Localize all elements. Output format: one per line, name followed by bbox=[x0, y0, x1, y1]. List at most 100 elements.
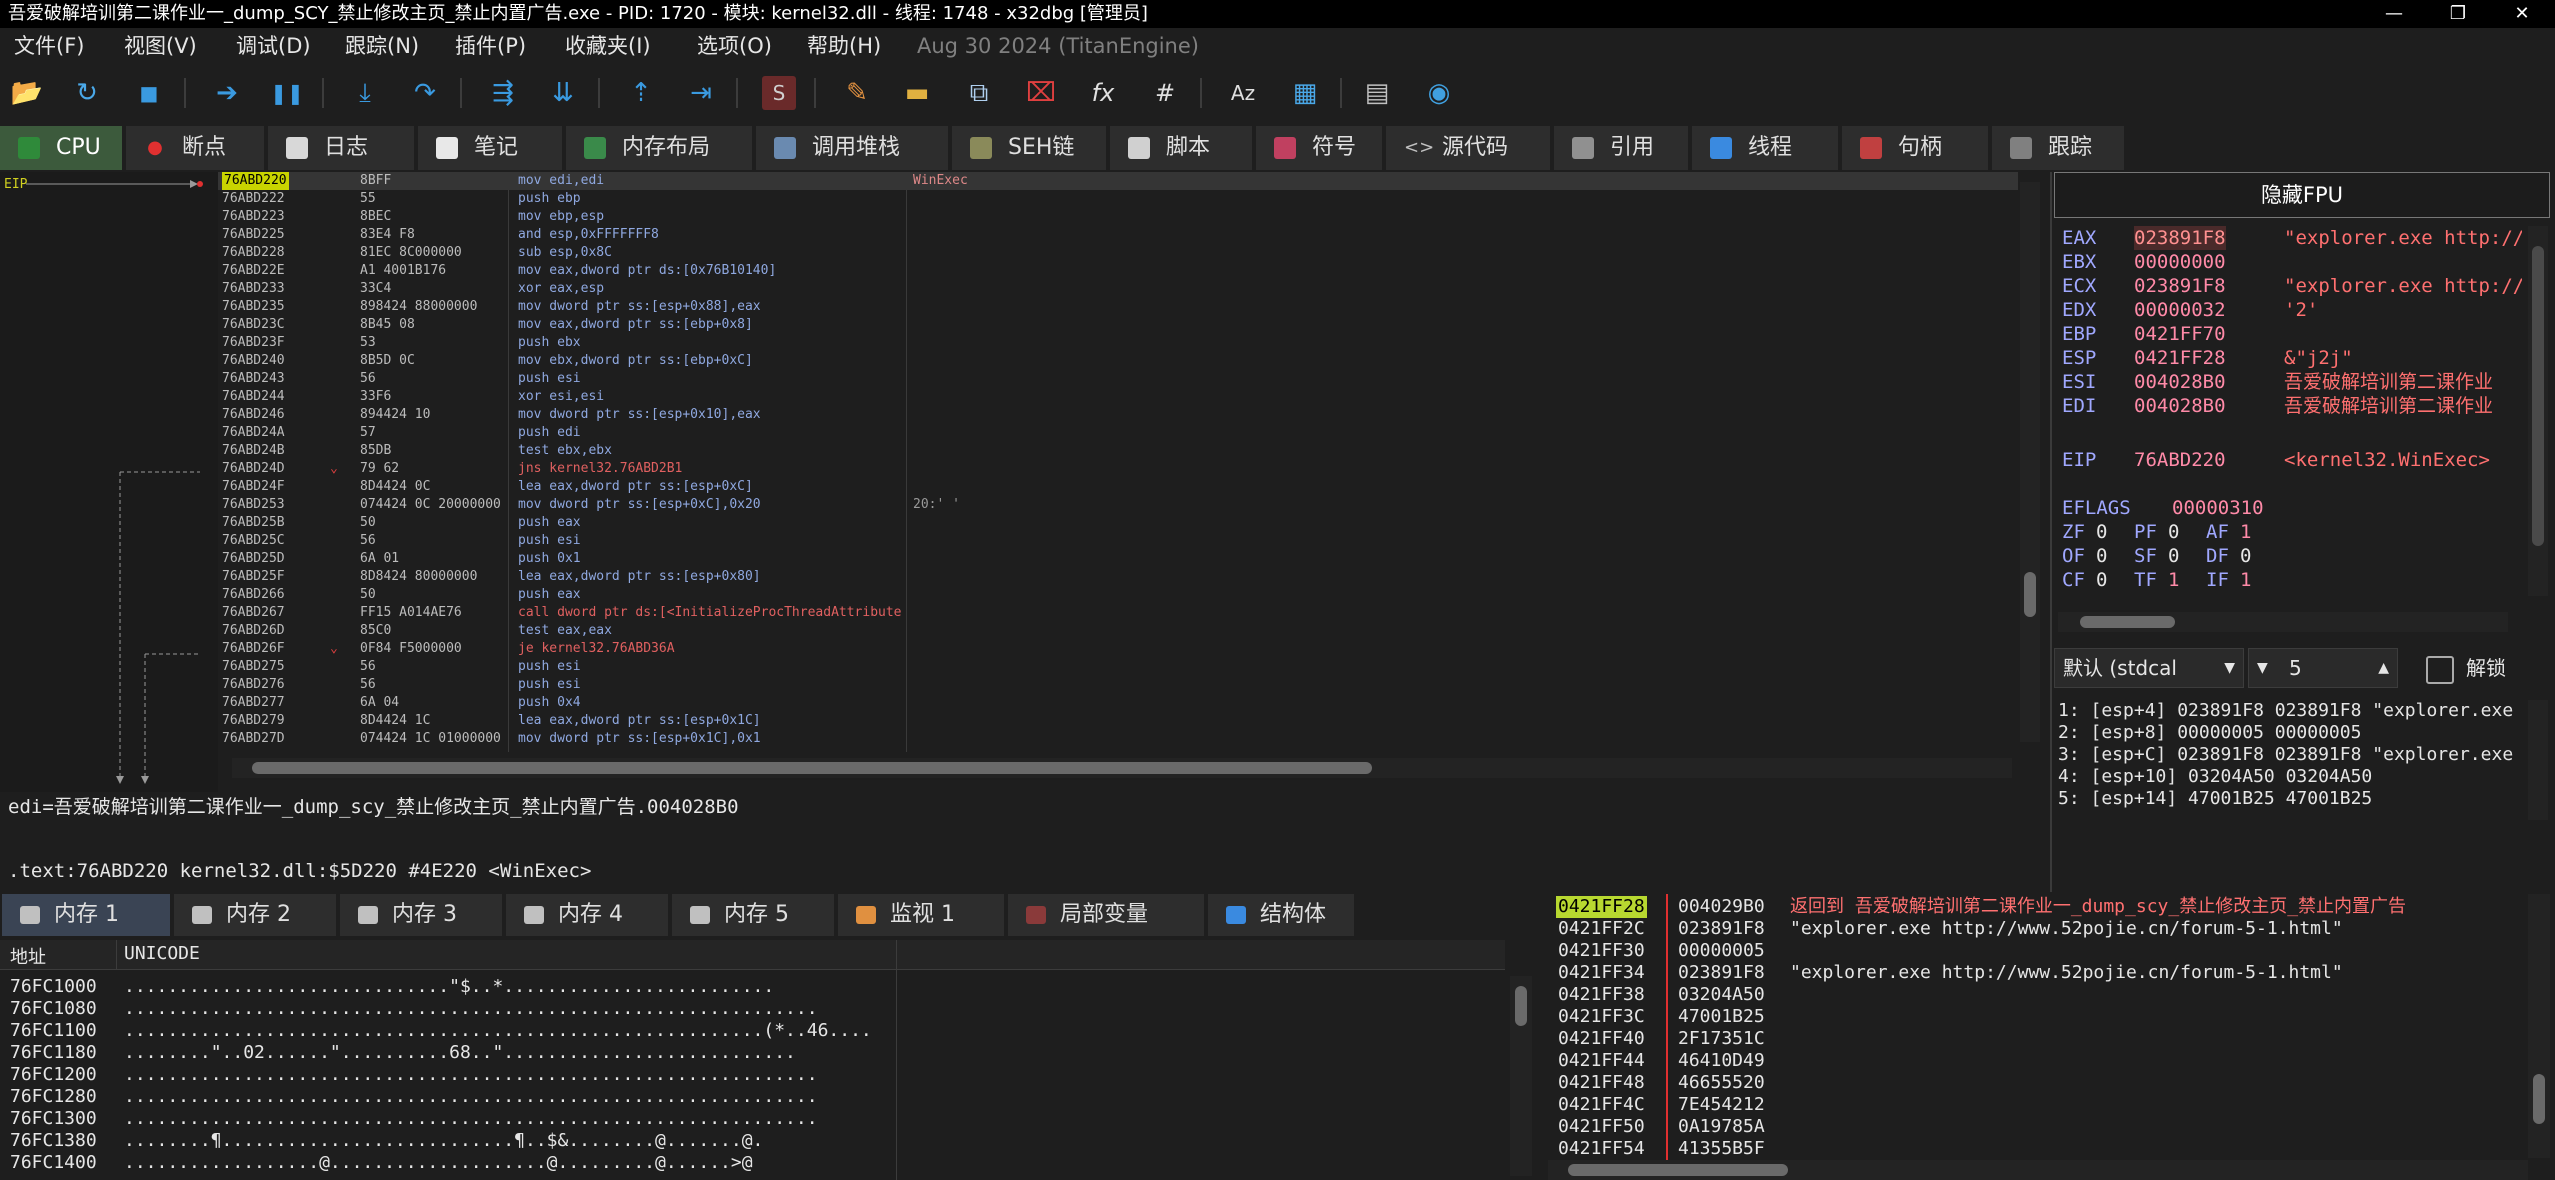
calculator-icon[interactable]: ▤ bbox=[1360, 76, 1394, 110]
tab-handles[interactable]: 句柄 bbox=[1842, 126, 1988, 170]
tab-references[interactable]: 引用 bbox=[1554, 126, 1688, 170]
run-icon[interactable]: ➔ bbox=[210, 76, 244, 110]
flag-value[interactable]: 0 bbox=[2168, 520, 2179, 544]
flag-value[interactable]: 0 bbox=[2096, 520, 2107, 544]
stack-arg-row[interactable]: 3: [esp+C] 023891F8 023891F8 "explorer.e… bbox=[2058, 744, 2513, 766]
disasm-row[interactable]: 76ABD24D 79 62 jns kernel32.76ABD2B1 ⌄ bbox=[218, 460, 2018, 478]
tab-notes[interactable]: 笔记 bbox=[418, 126, 562, 170]
tab-watch[interactable]: 监视 1 bbox=[838, 894, 1004, 936]
disasm-row[interactable]: 76ABD276 56 push esi bbox=[218, 676, 2018, 694]
tab-locals[interactable]: 局部变量 bbox=[1008, 894, 1204, 936]
scroll-thumb[interactable] bbox=[2532, 246, 2544, 546]
register-value[interactable]: 00000310 bbox=[2172, 496, 2264, 520]
tab-log[interactable]: 日志 bbox=[268, 126, 414, 170]
menu-file[interactable]: 文件(F) bbox=[14, 28, 84, 64]
patch-icon[interactable]: ✎ bbox=[840, 76, 874, 110]
dump-unicode[interactable]: ........"..02......"..........68..".....… bbox=[124, 1042, 894, 1064]
dump-address[interactable]: 76FC1380 bbox=[10, 1130, 97, 1152]
register-value[interactable]: 0421FF28 bbox=[2134, 346, 2226, 370]
stack-arg-row[interactable]: 2: [esp+8] 00000005 00000005 bbox=[2058, 722, 2361, 744]
dump-address[interactable]: 76FC1000 bbox=[10, 976, 97, 998]
register-value[interactable]: 0421FF70 bbox=[2134, 322, 2226, 346]
comment-icon[interactable]: ▬ bbox=[900, 76, 934, 110]
tab-dump-4[interactable]: 内存 4 bbox=[506, 894, 668, 936]
menu-favourites[interactable]: 收藏夹(I) bbox=[565, 28, 651, 64]
scroll-thumb[interactable] bbox=[1515, 986, 1527, 1026]
disasm-row[interactable]: 76ABD266 50 push eax bbox=[218, 586, 2018, 604]
disasm-row[interactable]: 76ABD277 6A 04 push 0x4 bbox=[218, 694, 2018, 712]
register-value[interactable]: 023891F8 bbox=[2134, 226, 2226, 250]
disasm-row[interactable]: 76ABD233 33C4 xor eax,esp bbox=[218, 280, 2018, 298]
stack-row[interactable]: 0421FF4C 7E454212 bbox=[1548, 1094, 2548, 1116]
dump-unicode[interactable]: .............................."$..*.....… bbox=[124, 976, 894, 998]
disasm-row[interactable]: 76ABD22E A1 4001B176 mov eax,dword ptr ds:… bbox=[218, 262, 2018, 280]
disasm-row[interactable]: 76ABD225 83E4 F8 and esp,0xFFFFFFF8 bbox=[218, 226, 2018, 244]
step-into-icon[interactable]: ⤓ bbox=[348, 76, 382, 110]
hide-fpu-button[interactable]: 隐藏FPU bbox=[2054, 172, 2550, 218]
tab-dump-5[interactable]: 内存 5 bbox=[672, 894, 834, 936]
maximize-button[interactable]: ❐ bbox=[2426, 0, 2490, 28]
cpuid-icon[interactable]: ▦ bbox=[1288, 76, 1322, 110]
dump-address[interactable]: 76FC1300 bbox=[10, 1108, 97, 1130]
tab-source[interactable]: <> 源代码 bbox=[1386, 126, 1550, 170]
dump-address[interactable]: 76FC1180 bbox=[10, 1042, 97, 1064]
register-value[interactable]: 00000032 bbox=[2134, 298, 2226, 322]
register-value[interactable]: 023891F8 bbox=[2134, 274, 2226, 298]
stack-row[interactable]: 0421FF28 004029B0 返回到 吾爱破解培训第二课作业一_dump_sc… bbox=[1548, 896, 2548, 918]
trace-into-icon[interactable]: ⇶ bbox=[486, 76, 520, 110]
stack-row[interactable]: 0421FF48 46655520 bbox=[1548, 1072, 2548, 1094]
scroll-thumb[interactable] bbox=[252, 762, 1372, 774]
disasm-row[interactable]: 76ABD279 8D4424 1C lea eax,dword ptr ss:[e… bbox=[218, 712, 2018, 730]
disasm-row[interactable]: 76ABD244 33F6 xor esi,esi bbox=[218, 388, 2018, 406]
stack-row[interactable]: 0421FF34 023891F8 "explorer.exe http://www… bbox=[1548, 962, 2548, 984]
strings-icon[interactable]: Az bbox=[1226, 76, 1260, 110]
dump-address[interactable]: 76FC1280 bbox=[10, 1086, 97, 1108]
hash-icon[interactable]: # bbox=[1148, 76, 1182, 110]
disasm-row[interactable]: 76ABD26D 85C0 test eax,eax bbox=[218, 622, 2018, 640]
stop-icon[interactable]: ■ bbox=[132, 76, 166, 110]
arg-count-spinner[interactable]: ▼ 5 ▲ bbox=[2248, 648, 2398, 688]
disasm-row[interactable]: 76ABD246 894424 10 mov dword ptr ss:[esp+0… bbox=[218, 406, 2018, 424]
disasm-row[interactable]: 76ABD228 81EC 8C000000 sub esp,0x8C bbox=[218, 244, 2018, 262]
dump-unicode[interactable]: ........¶...........................¶..$… bbox=[124, 1130, 894, 1152]
tab-dump-1[interactable]: 内存 1 bbox=[2, 894, 170, 936]
globe-icon[interactable]: ◉ bbox=[1422, 76, 1456, 110]
step-over-icon[interactable]: ↷ bbox=[408, 76, 442, 110]
stack-row[interactable]: 0421FF2C 023891F8 "explorer.exe http://www… bbox=[1548, 918, 2548, 940]
register-hscroll[interactable] bbox=[2058, 612, 2508, 632]
register-vscroll[interactable] bbox=[2528, 226, 2548, 596]
disasm-row[interactable]: 76ABD25C 56 push esi bbox=[218, 532, 2018, 550]
disasm-row[interactable]: 76ABD24A 57 push edi bbox=[218, 424, 2018, 442]
disasm-row[interactable]: 76ABD235 898424 88000000 mov dword ptr ss:… bbox=[218, 298, 2018, 316]
flag-value[interactable]: 1 bbox=[2240, 520, 2251, 544]
dump-unicode[interactable]: ........................................… bbox=[124, 1020, 894, 1042]
open-icon[interactable]: 📂 bbox=[10, 76, 44, 110]
dump-unicode[interactable]: ........................................… bbox=[124, 1064, 894, 1086]
disasm-row[interactable]: 76ABD220 8BFF mov edi,edi WinExec bbox=[218, 172, 2018, 190]
scroll-thumb[interactable] bbox=[2080, 616, 2175, 628]
menu-plugins[interactable]: 插件(P) bbox=[455, 28, 526, 64]
execute-till-return-icon[interactable]: ⇡ bbox=[624, 76, 658, 110]
stack-row[interactable]: 0421FF40 2F17351C bbox=[1548, 1028, 2548, 1050]
tab-breakpoints[interactable]: ● 断点 bbox=[126, 126, 264, 170]
dump-address[interactable]: 76FC1400 bbox=[10, 1152, 97, 1174]
calling-convention-select[interactable]: 默认 (stdcal ▼ bbox=[2054, 648, 2244, 688]
scroll-thumb[interactable] bbox=[1568, 1164, 1788, 1176]
dump-unicode[interactable]: ........................................… bbox=[124, 998, 894, 1020]
disasm-row[interactable]: 76ABD275 56 push esi bbox=[218, 658, 2018, 676]
disasm-row[interactable]: 76ABD25B 50 push eax bbox=[218, 514, 2018, 532]
disasm-row[interactable]: 76ABD23F 53 push ebx bbox=[218, 334, 2018, 352]
stack-row[interactable]: 0421FF44 46410D49 bbox=[1548, 1050, 2548, 1072]
stack-arg-row[interactable]: 4: [esp+10] 03204A50 03204A50 bbox=[2058, 766, 2372, 788]
stack-arg-row[interactable]: 5: [esp+14] 47001B25 47001B25 bbox=[2058, 788, 2372, 810]
bookmark-icon[interactable]: ⌧ bbox=[1024, 76, 1058, 110]
menu-help[interactable]: 帮助(H) bbox=[807, 28, 881, 64]
tab-dump-2[interactable]: 内存 2 bbox=[174, 894, 336, 936]
disassembly-vscroll[interactable] bbox=[2020, 182, 2040, 742]
dump-address[interactable]: 76FC1100 bbox=[10, 1020, 97, 1042]
close-button[interactable]: ✕ bbox=[2490, 0, 2554, 28]
stack-row[interactable]: 0421FF3C 47001B25 bbox=[1548, 1006, 2548, 1028]
disasm-row[interactable]: 76ABD26F 0F84 F5000000 je kernel32.76ABD36… bbox=[218, 640, 2018, 658]
stack-row[interactable]: 0421FF54 41355B5F bbox=[1548, 1138, 2548, 1160]
label-icon[interactable]: ⧉ bbox=[962, 76, 996, 110]
